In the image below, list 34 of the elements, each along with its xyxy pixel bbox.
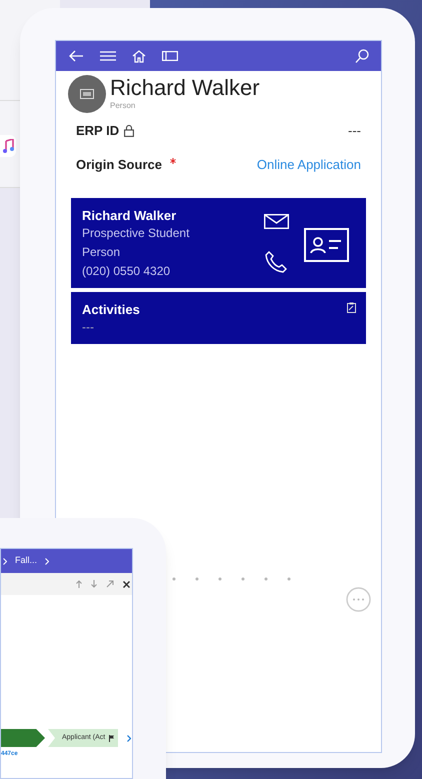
record-name: Richard Walker <box>110 76 260 100</box>
menu-icon[interactable] <box>100 51 116 61</box>
contact-name: Richard Walker <box>82 207 178 224</box>
up-arrow-icon[interactable] <box>76 580 82 588</box>
activities-value: --- <box>82 319 94 336</box>
clipboard-icon[interactable] <box>347 302 356 313</box>
record-type: Person <box>110 100 136 112</box>
flag-icon <box>109 734 114 742</box>
mail-icon[interactable] <box>264 214 289 229</box>
field-value: --- <box>348 122 361 140</box>
contact-detail: Person <box>82 244 122 261</box>
contact-detail: (020) 0550 4320 <box>82 263 172 280</box>
breadcrumb-item[interactable]: Fall... <box>15 554 38 568</box>
down-arrow-icon[interactable] <box>91 580 97 588</box>
contact-card-icon <box>80 89 94 99</box>
home-icon[interactable] <box>132 50 146 62</box>
field-label: ERP ID <box>76 122 120 140</box>
close-icon[interactable] <box>123 580 130 588</box>
search-icon[interactable] <box>355 48 369 64</box>
chevron-icon <box>3 558 7 564</box>
phone-icon[interactable] <box>264 250 288 274</box>
back-arrow-icon[interactable] <box>68 50 84 62</box>
next-stage-icon[interactable] <box>127 734 131 742</box>
chevron-icon <box>45 558 50 564</box>
field-link[interactable]: Online Application <box>256 154 361 174</box>
contact-card[interactable]: Richard Walker Prospective Student Person (020) 0550 4320 <box>71 198 366 288</box>
contact-card-icon <box>304 228 349 262</box>
panel-icon[interactable] <box>162 51 178 61</box>
contact-detail: Prospective Student <box>82 225 190 242</box>
process-stage[interactable] <box>1 729 45 747</box>
field-label: Origin Source <box>76 156 162 174</box>
activities-card[interactable]: Activities --- <box>71 292 366 344</box>
activities-title: Activities <box>82 301 140 318</box>
expand-icon[interactable] <box>106 580 114 588</box>
